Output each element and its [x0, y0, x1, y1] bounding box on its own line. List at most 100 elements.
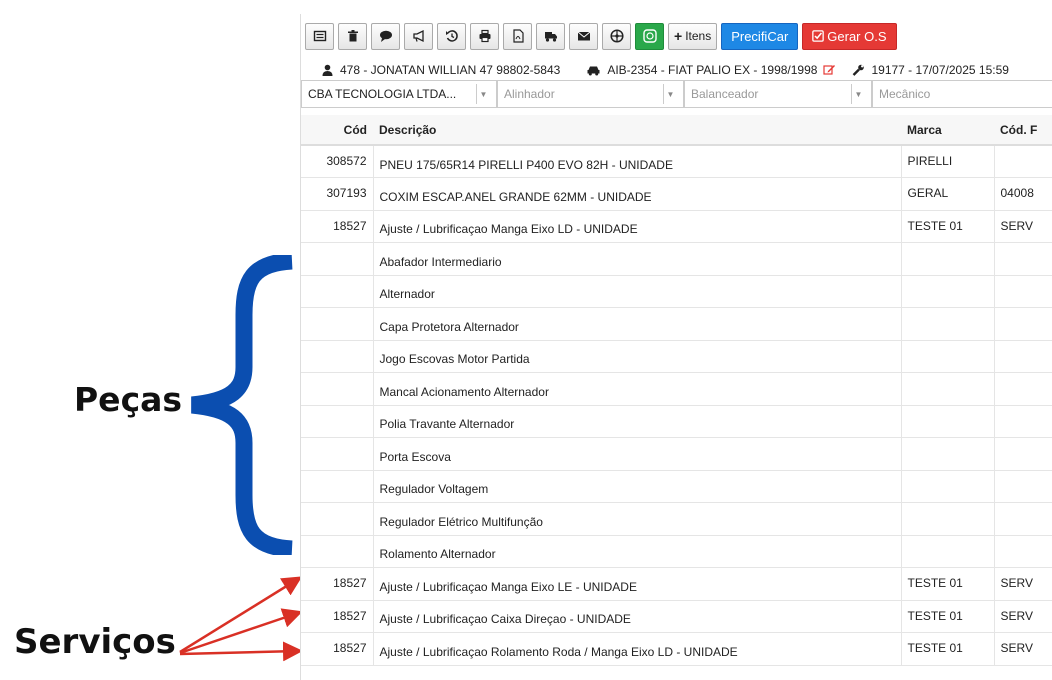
table-row[interactable]: Regulador Voltagem [301, 470, 1052, 503]
row-cod: 308572 [301, 145, 373, 178]
customer-info[interactable]: 478 - JONATAN WILLIAN 47 98802-5843 [340, 63, 560, 77]
history-button[interactable] [437, 22, 466, 50]
row-description: Mancal Acionamento Alternador [372, 372, 901, 406]
header-marca[interactable]: Marca [901, 115, 994, 146]
precificar-button[interactable]: PrecifiCar [721, 22, 799, 50]
row-cod: 18527 [301, 600, 373, 633]
row-cod [301, 275, 373, 308]
table-header-row: Cód Descrição Marca Cód. F [301, 115, 1052, 146]
table-row[interactable]: 18527 Ajuste / Lubrificaçao Caixa Direçao… [301, 600, 1052, 633]
service-order-panel: + Itens PrecifiCar Gerar O.S 478 - JONAT… [300, 14, 1052, 680]
table-row[interactable]: Porta Escova [301, 437, 1052, 471]
chevron-down-icon: ▼ [663, 84, 677, 104]
row-cod [301, 405, 373, 438]
table-row[interactable]: Polia Travante Alternador [301, 405, 1052, 438]
delete-button[interactable] [338, 22, 367, 50]
print-icon [479, 29, 490, 43]
comment-button[interactable] [371, 22, 400, 50]
add-items-label: Itens [685, 29, 712, 43]
header-cod[interactable]: Cód [301, 115, 373, 146]
company-select-value: CBA TECNOLOGIA LTDA... [308, 87, 457, 101]
vehicle-info[interactable]: AIB-2354 - FIAT PALIO EX - 1998/1998 [607, 63, 817, 77]
row-marca [900, 242, 994, 276]
precificar-label: PrecifiCar [731, 28, 789, 44]
comment-icon [379, 30, 392, 42]
announce-button[interactable] [404, 22, 433, 50]
wheel-button[interactable] [602, 22, 631, 50]
row-cod-f: SERV [993, 210, 1052, 243]
generate-os-button[interactable]: Gerar O.S [802, 22, 897, 50]
row-cod-f [993, 372, 1052, 406]
row-cod-f: SERV [993, 632, 1052, 666]
row-description: Rolamento Alternador [372, 535, 901, 568]
row-description: Ajuste / Lubrificaçao Caixa Direçao - UN… [372, 600, 901, 633]
table-row[interactable]: 307193 COXIM ESCAP.ANEL GRANDE 62MM - UNI… [301, 177, 1052, 211]
table-row[interactable]: Jogo Escovas Motor Partida [301, 340, 1052, 373]
row-cod-f [993, 275, 1052, 308]
table-row[interactable]: 18527 Ajuste / Lubrificaçao Rolamento Rod… [301, 632, 1052, 666]
row-description: Capa Protetora Alternador [372, 307, 901, 341]
items-table: Cód Descrição Marca Cód. F 308572 PNEU 17… [301, 115, 1052, 666]
header-descricao[interactable]: Descrição [373, 115, 901, 146]
arrow-to-row-14 [179, 576, 303, 654]
row-marca [900, 307, 994, 341]
order-info-line: 478 - JONATAN WILLIAN 47 98802-5843 AIB-… [321, 63, 1009, 77]
table-row[interactable]: Capa Protetora Alternador [301, 307, 1052, 341]
mecanico-select[interactable]: Mecânico [872, 80, 1052, 108]
row-cod-f [993, 307, 1052, 341]
row-marca [900, 340, 994, 373]
list-icon [313, 30, 326, 42]
row-description: PNEU 175/65R14 PIRELLI P400 EVO 82H - UN… [372, 145, 901, 178]
whatsapp-icon [642, 29, 657, 43]
company-select[interactable]: CBA TECNOLOGIA LTDA... ▼ [301, 80, 497, 108]
row-cod: 18527 [301, 567, 373, 601]
alinhador-select[interactable]: Alinhador ▼ [497, 80, 684, 108]
row-marca [900, 502, 994, 536]
chevron-down-icon: ▼ [476, 84, 490, 104]
arrow-to-row-16 [179, 641, 303, 662]
row-cod [301, 340, 373, 373]
row-cod: 18527 [301, 632, 373, 666]
car-icon [587, 66, 600, 76]
table-row[interactable]: Mancal Acionamento Alternador [301, 372, 1052, 406]
row-marca: TESTE 01 [900, 567, 994, 601]
megaphone-icon [412, 29, 424, 43]
table-row[interactable]: 18527 Ajuste / Lubrificaçao Manga Eixo LE… [301, 567, 1052, 601]
row-marca [900, 372, 994, 406]
row-cod-f [993, 145, 1052, 178]
chevron-down-icon: ▼ [851, 84, 865, 104]
edit-icon[interactable] [823, 64, 836, 76]
user-icon [322, 64, 333, 76]
delivery-button[interactable] [536, 22, 565, 50]
row-cod: 307193 [301, 177, 373, 211]
list-button[interactable] [305, 22, 334, 50]
add-items-button[interactable]: + Itens [668, 22, 718, 50]
table-row[interactable]: 18527 Ajuste / Lubrificaçao Manga Eixo LD… [301, 210, 1052, 243]
truck-icon [544, 32, 557, 42]
row-cod-f [993, 405, 1052, 438]
pecas-annotation-label: Peças [74, 380, 183, 419]
table-row[interactable]: 308572 PNEU 175/65R14 PIRELLI P400 EVO 82… [301, 145, 1052, 178]
balanceador-select[interactable]: Balanceador ▼ [684, 80, 872, 108]
header-cod-f[interactable]: Cód. F [994, 115, 1052, 146]
table-row[interactable]: Abafador Intermediario [301, 242, 1052, 276]
row-cod [301, 372, 373, 406]
servicos-arrows-annotation [179, 576, 303, 662]
row-description: Porta Escova [372, 437, 901, 471]
table-row[interactable]: Alternador [301, 275, 1052, 308]
generate-os-label: Gerar O.S [827, 28, 887, 44]
table-row[interactable]: Rolamento Alternador [301, 535, 1052, 568]
mecanico-placeholder: Mecânico [879, 87, 931, 101]
row-description: Regulador Voltagem [372, 470, 901, 503]
table-row[interactable]: Regulador Elétrico Multifunção [301, 502, 1052, 536]
row-marca: TESTE 01 [900, 632, 994, 666]
row-cod-f [993, 470, 1052, 503]
row-marca [900, 470, 994, 503]
row-marca [900, 405, 994, 438]
row-cod [301, 437, 373, 471]
plus-icon: + [674, 28, 683, 44]
print-button[interactable] [470, 22, 499, 50]
email-button[interactable] [569, 22, 598, 50]
whatsapp-button[interactable] [635, 22, 664, 50]
pdf-button[interactable] [503, 22, 532, 50]
